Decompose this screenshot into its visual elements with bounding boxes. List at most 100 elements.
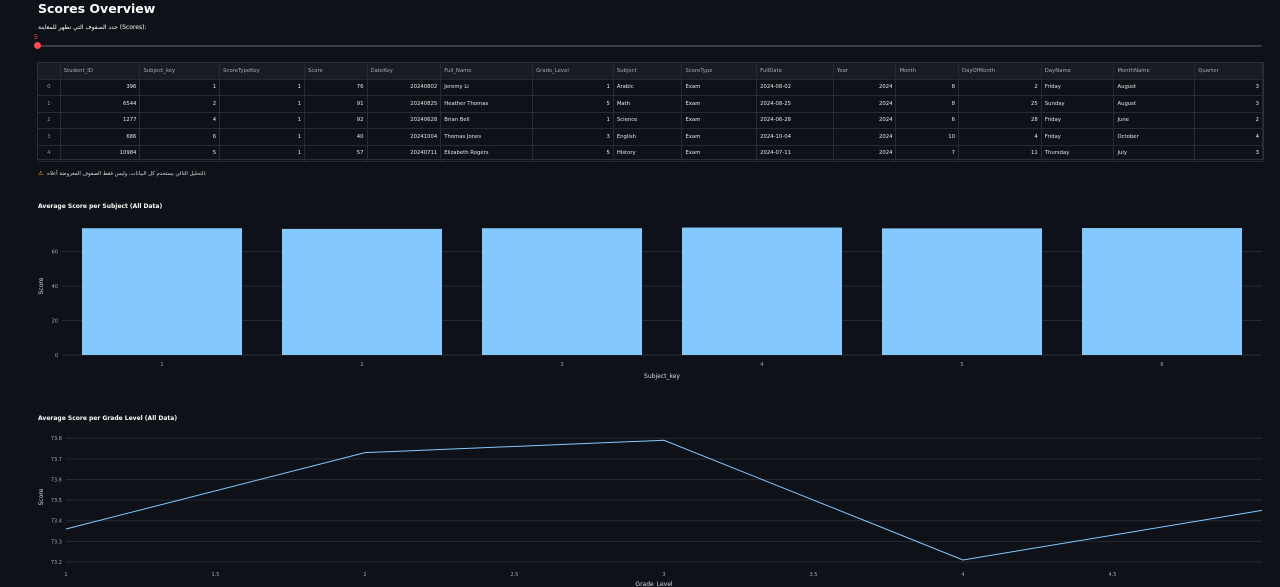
table-cell: 686: [60, 128, 141, 146]
table-cell: 4: [958, 128, 1042, 146]
column-header[interactable]: [38, 63, 61, 80]
table-cell: 1: [139, 79, 221, 96]
x-tick-label: 1: [160, 362, 163, 368]
table-cell: Science: [613, 112, 683, 129]
column-header[interactable]: Subject_key: [139, 63, 221, 80]
warning-message: ⚠ التحليل التالي يستخدم كل البيانات، ولي…: [38, 170, 207, 177]
y-tick-label: 73.2: [51, 560, 62, 566]
column-header[interactable]: Full_Name: [440, 63, 534, 80]
table-cell: 6: [139, 128, 221, 146]
table-cell: 2024-08-02: [756, 79, 834, 96]
column-header[interactable]: DayName: [1041, 63, 1115, 80]
x-tick-label: 4: [760, 362, 763, 368]
table-cell: Friday: [1041, 128, 1115, 146]
table-cell: 3: [1194, 95, 1263, 113]
table-cell: 2024-07-11: [756, 145, 834, 162]
y-tick-label: 73.5: [51, 498, 62, 504]
column-header[interactable]: Month: [895, 63, 960, 80]
column-header[interactable]: ScoreType: [681, 63, 758, 80]
y-tick-label: 73.6: [51, 477, 62, 483]
table-cell: Friday: [1041, 79, 1115, 96]
dataframe-table[interactable]: Student_ID Subject_key ScoreTypeKey Score Da…: [37, 62, 1264, 162]
table-cell: October: [1113, 128, 1196, 146]
table-cell: 3: [532, 128, 614, 146]
table-row[interactable]: 3 686 6 1 40 20241004 Thomas Jones 3 English Exam…: [38, 128, 1263, 146]
y-axis-label: Score: [38, 277, 45, 294]
x-axis-label: Grade_Level: [635, 581, 672, 587]
rows-slider-thumb[interactable]: [34, 42, 41, 49]
table-cell: 91: [304, 95, 368, 113]
table-cell: 2024: [833, 112, 897, 129]
table-row[interactable]: 4 10984 5 1 57 20240711 Elizabeth Rogers 5 Histo…: [38, 145, 1263, 162]
table-cell: Arabic: [613, 79, 683, 96]
column-header[interactable]: Student_ID: [60, 63, 141, 80]
table-cell: August: [1113, 95, 1196, 113]
line-chart: 73.2 73.3 73.4 73.5 73.6 73.7 73.8 1 1.5 2 2.5 3 3.5…: [38, 436, 1263, 587]
table-cell: 8: [895, 79, 960, 96]
column-header[interactable]: DayOfMonth: [958, 63, 1042, 80]
table-cell: 20240711: [367, 145, 442, 162]
table-cell: 2024: [833, 145, 897, 162]
table-cell: 10: [895, 128, 960, 146]
bar: [82, 228, 242, 355]
table-cell: 2: [958, 79, 1042, 96]
table-cell: 6544: [60, 95, 141, 113]
y-axis-label: Score: [38, 488, 45, 505]
column-header[interactable]: MonthName: [1113, 63, 1196, 80]
table-cell: 1277: [60, 112, 141, 129]
table-cell: 40: [304, 128, 368, 146]
x-tick-label: 1.5: [212, 572, 220, 578]
table-cell: Elizabeth Rogers: [440, 145, 534, 162]
table-cell: 57: [304, 145, 368, 162]
column-header[interactable]: ScoreTypeKey: [219, 63, 305, 80]
table-cell: 4: [139, 112, 221, 129]
y-tick-label: 73.8: [51, 436, 62, 442]
row-index: 2: [38, 112, 61, 129]
slider-label: حدد الصفوف التي تظهر للمعاينة (Scores):: [38, 24, 147, 31]
table-cell: 3: [1194, 79, 1263, 96]
y-tick-label: 20: [52, 319, 58, 325]
table-cell: Sunday: [1041, 95, 1115, 113]
table-cell: Jeremy Li: [440, 79, 534, 96]
warning-text: التحليل التالي يستخدم كل البيانات، وليس …: [47, 171, 207, 177]
table-cell: 20241004: [367, 128, 442, 146]
column-header[interactable]: DateKey: [367, 63, 442, 80]
table-cell: Thomas Jones: [440, 128, 534, 146]
table-cell: 25: [958, 95, 1042, 113]
table-cell: 396: [60, 79, 141, 96]
table-cell: 8: [895, 95, 960, 113]
column-header[interactable]: Grade_Level: [532, 63, 614, 80]
column-header[interactable]: FullDate: [756, 63, 834, 80]
table-cell: 1: [219, 79, 305, 96]
x-tick-label: 3: [662, 572, 665, 578]
table-cell: 1: [219, 145, 305, 162]
y-tick-label: 40: [52, 284, 58, 290]
table-row[interactable]: 2 1277 4 1 92 20240628 Brian Bell 1 Science Exam 2…: [38, 112, 1263, 129]
table-cell: 2: [139, 95, 221, 113]
table-cell: Exam: [681, 145, 758, 162]
table-row[interactable]: 0 396 1 1 76 20240802 Jeremy Li 1 Arabic Exam 2024…: [38, 79, 1263, 96]
column-header[interactable]: Subject: [613, 63, 683, 80]
table-cell: 5: [139, 145, 221, 162]
slider-value: 5: [34, 34, 38, 41]
table-cell: Friday: [1041, 112, 1115, 129]
x-tick-label: 3.5: [810, 572, 818, 578]
bar-chart: 0 20 40 60 1 2 3 4 5 6 Subject_key Score: [38, 227, 1262, 380]
rows-slider-track[interactable]: [37, 45, 1262, 47]
bar: [882, 228, 1042, 355]
x-axis-label: Subject_key: [644, 373, 680, 380]
column-header[interactable]: Year: [833, 63, 897, 80]
column-header[interactable]: Quarter: [1194, 63, 1263, 80]
y-tick-label: 73.3: [51, 539, 62, 545]
table-row[interactable]: 1 6544 2 1 91 20240825 Heather Thomas 5 Math Exam…: [38, 95, 1263, 113]
table-cell: 28: [958, 112, 1042, 129]
table-cell: 92: [304, 112, 368, 129]
table-cell: 3: [1194, 145, 1263, 162]
table-cell: 2024-06-28: [756, 112, 834, 129]
table-cell: August: [1113, 79, 1196, 96]
bar: [282, 228, 442, 355]
x-tick-label: 4.5: [1109, 572, 1117, 578]
warning-icon: ⚠: [38, 170, 44, 177]
table-cell: Math: [613, 95, 683, 113]
column-header[interactable]: Score: [304, 63, 368, 80]
